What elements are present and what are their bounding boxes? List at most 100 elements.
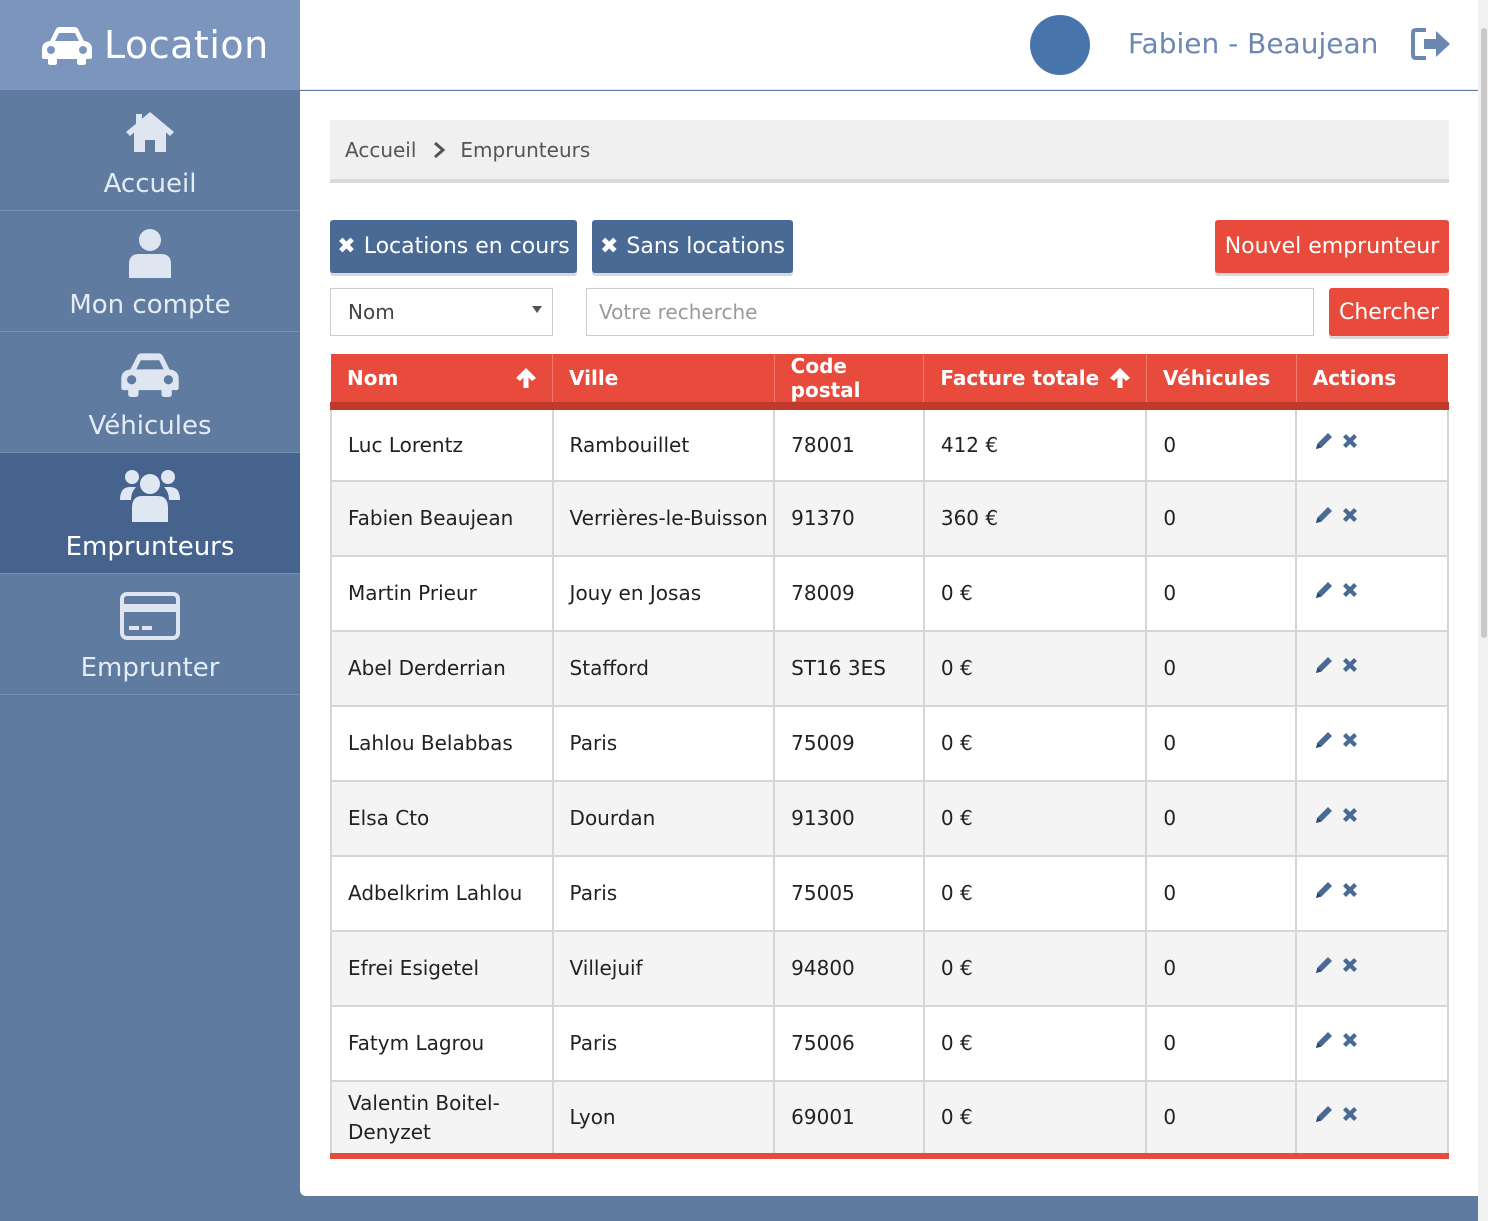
sort-ascending-icon[interactable] (1108, 366, 1132, 390)
search-button[interactable]: Chercher (1329, 288, 1449, 336)
cell-facture: 0 € (922, 705, 1148, 782)
sidebar-item-mon-compte[interactable]: Mon compte (0, 211, 300, 332)
edit-pencil-icon[interactable] (1313, 954, 1335, 976)
close-icon: ✖ (337, 234, 356, 259)
cell-facture: 412 € (922, 405, 1148, 482)
cell-vehicules: 0 (1145, 930, 1298, 1007)
edit-pencil-icon[interactable] (1313, 729, 1335, 751)
delete-x-icon[interactable] (1341, 581, 1359, 599)
cell-cp: 75005 (773, 855, 925, 932)
column-header-ville[interactable]: Ville (552, 354, 775, 410)
table-body: Luc Lorentz Rambouillet 78001 412 €0 Fabien … (330, 405, 1449, 1159)
edit-pencil-icon[interactable] (1313, 804, 1335, 826)
column-label: Véhicules (1162, 366, 1271, 390)
table-row: Efrei Esigetel Villejuif 94800 0 €0 (330, 930, 1449, 1007)
delete-x-icon[interactable] (1341, 656, 1359, 674)
user-name: Fabien - Beaujean (1128, 27, 1379, 60)
cell-nom: Valentin Boitel-Denyzet (330, 1080, 554, 1159)
cell-ville: Verrières-le-Buisson (551, 480, 776, 557)
borrowers-table: Nom Ville Code postal Facture totale Véh… (330, 354, 1449, 1159)
edit-pencil-icon[interactable] (1313, 654, 1335, 676)
cell-cp: 75009 (773, 705, 925, 782)
edit-pencil-icon[interactable] (1313, 504, 1335, 526)
edit-pencil-icon[interactable] (1313, 879, 1335, 901)
breadcrumb-home[interactable]: Accueil (345, 138, 416, 162)
cell-ville: Dourdan (551, 780, 776, 857)
sidebar-item-emprunter[interactable]: Emprunter (0, 574, 300, 695)
cell-actions (1295, 405, 1449, 482)
delete-x-icon[interactable] (1341, 506, 1359, 524)
delete-x-icon[interactable] (1341, 731, 1359, 749)
filter-sans-locations-button[interactable]: ✖ Sans locations (592, 220, 793, 273)
cell-facture: 0 € (922, 1080, 1148, 1159)
new-borrower-button[interactable]: Nouvel emprunteur (1215, 220, 1449, 273)
delete-x-icon[interactable] (1341, 1105, 1359, 1123)
sidebar-item-label: Véhicules (88, 411, 212, 441)
brand-title: Location (104, 23, 269, 67)
search-field-select[interactable]: Nom (330, 288, 553, 336)
cell-facture: 0 € (922, 555, 1148, 632)
cell-vehicules: 0 (1145, 1080, 1298, 1159)
table-row: Fabien Beaujean Verrières-le-Buisson 91370… (330, 480, 1449, 557)
sidebar-item-label: Mon compte (69, 290, 231, 320)
table-row: Martin Prieur Jouy en Josas 78009 0 €0 (330, 555, 1449, 632)
table-header-row: Nom Ville Code postal Facture totale Véh… (331, 354, 1448, 410)
filter-locations-en-cours-button[interactable]: ✖ Locations en cours (330, 220, 577, 273)
scrollbar-thumb[interactable] (1481, 28, 1487, 638)
cell-ville: Paris (551, 1005, 776, 1082)
search-input[interactable] (586, 288, 1314, 336)
cell-cp: 78001 (773, 405, 925, 482)
cell-vehicules: 0 (1145, 405, 1298, 482)
table-row: Luc Lorentz Rambouillet 78001 412 €0 (330, 405, 1449, 482)
cell-actions (1295, 930, 1449, 1007)
column-header-actions: Actions (1296, 354, 1448, 410)
column-header-facture-totale[interactable]: Facture totale (923, 354, 1147, 410)
column-header-vehicules[interactable]: Véhicules (1146, 354, 1297, 410)
cell-facture: 0 € (922, 855, 1148, 932)
delete-x-icon[interactable] (1341, 1031, 1359, 1049)
edit-pencil-icon[interactable] (1313, 1029, 1335, 1051)
edit-pencil-icon[interactable] (1313, 1103, 1335, 1125)
cell-nom: Fabien Beaujean (330, 480, 554, 557)
home-icon (119, 101, 181, 163)
delete-x-icon[interactable] (1341, 432, 1359, 450)
edit-pencil-icon[interactable] (1313, 430, 1335, 452)
column-header-code-postal[interactable]: Code postal (774, 354, 925, 410)
user-icon (119, 222, 181, 284)
avatar[interactable] (1030, 15, 1090, 75)
sort-ascending-icon[interactable] (514, 366, 538, 390)
credit-card-icon (119, 585, 181, 647)
column-label: Ville (569, 366, 619, 390)
delete-x-icon[interactable] (1341, 956, 1359, 974)
topbar: Fabien - Beaujean (300, 0, 1478, 90)
column-header-nom[interactable]: Nom (331, 354, 554, 410)
cell-ville: Rambouillet (551, 405, 776, 482)
main-content: Accueil Emprunteurs ✖ Locations en cours… (300, 91, 1478, 1196)
delete-x-icon[interactable] (1341, 881, 1359, 899)
cell-vehicules: 0 (1145, 630, 1298, 707)
car-icon (42, 27, 92, 65)
delete-x-icon[interactable] (1341, 806, 1359, 824)
cell-nom: Efrei Esigetel (330, 930, 554, 1007)
button-label: Locations en cours (363, 234, 570, 259)
sidebar-item-label: Emprunteurs (65, 532, 235, 562)
column-label: Actions (1312, 366, 1397, 390)
cell-actions (1295, 480, 1449, 557)
cell-nom: Lahlou Belabbas (330, 705, 554, 782)
edit-pencil-icon[interactable] (1313, 579, 1335, 601)
sidebar-item-vehicules[interactable]: Véhicules (0, 332, 300, 453)
cell-cp: 91370 (773, 480, 925, 557)
cell-vehicules: 0 (1145, 705, 1298, 782)
cell-actions (1295, 555, 1449, 632)
select-value: Nom (348, 300, 395, 324)
brand[interactable]: Location (0, 0, 300, 90)
cell-actions (1295, 855, 1449, 932)
logout-icon[interactable] (1410, 26, 1452, 62)
table-row: Lahlou Belabbas Paris 75009 0 €0 (330, 705, 1449, 782)
cell-actions (1295, 630, 1449, 707)
sidebar-item-emprunteurs[interactable]: Emprunteurs (0, 453, 300, 574)
cell-ville: Villejuif (551, 930, 776, 1007)
cell-cp: 69001 (773, 1080, 925, 1159)
table-row: Fatym Lagrou Paris 75006 0 €0 (330, 1005, 1449, 1082)
sidebar-item-accueil[interactable]: Accueil (0, 90, 300, 211)
